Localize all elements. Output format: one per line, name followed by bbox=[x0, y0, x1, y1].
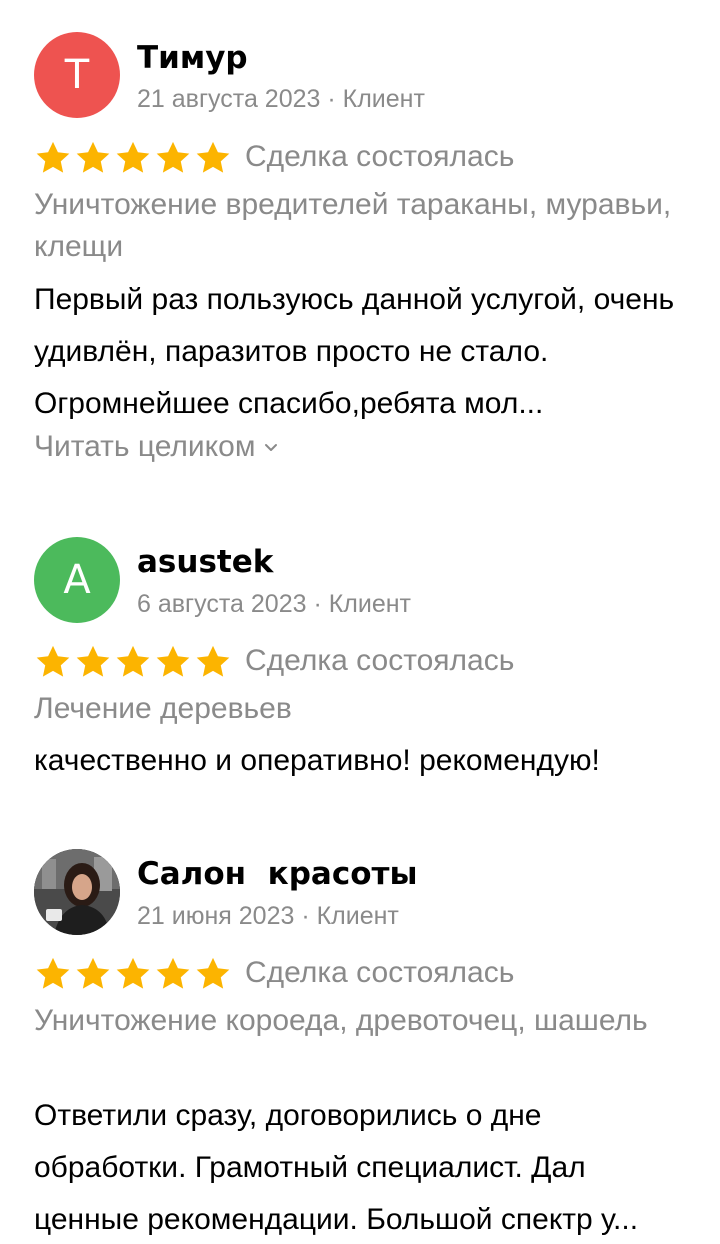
review-text: Ответили сразу, договорились о дне обраб… bbox=[34, 1099, 639, 1236]
deal-status: Сделка состоялась bbox=[245, 956, 515, 989]
avatar[interactable]: A bbox=[34, 537, 120, 623]
star-icon bbox=[116, 141, 150, 173]
star-icon bbox=[196, 645, 230, 677]
read-more-label: Читать целиком bbox=[34, 430, 256, 463]
star-icon bbox=[116, 645, 150, 677]
service-name: Лечение деревьев bbox=[34, 692, 292, 725]
rating-stars bbox=[34, 643, 232, 681]
star-icon bbox=[156, 141, 190, 173]
service-name: Уничтожение короеда, древоточец, шашель bbox=[34, 1004, 648, 1037]
deal-status: Сделка состоялась bbox=[245, 644, 515, 677]
star-icon bbox=[76, 957, 110, 989]
star-icon bbox=[36, 141, 70, 173]
star-icon bbox=[36, 645, 70, 677]
avatar-letter: Т bbox=[64, 52, 90, 98]
avatar[interactable]: Т bbox=[34, 32, 120, 118]
reviewer-name[interactable]: asustek bbox=[137, 544, 273, 580]
avatar-photo[interactable] bbox=[34, 849, 120, 935]
star-icon bbox=[116, 957, 150, 989]
person-photo bbox=[34, 849, 120, 935]
rating-stars bbox=[34, 139, 232, 177]
star-icon bbox=[156, 645, 190, 677]
service-name: Уничтожение вредителей тараканы, муравьи… bbox=[34, 188, 672, 263]
deal-status: Сделка состоялась bbox=[245, 140, 515, 173]
review-meta: 6 августа 2023 · Клиент bbox=[137, 590, 411, 618]
reviewer-name[interactable]: Салон красоты bbox=[137, 856, 418, 892]
chevron-down-icon bbox=[265, 444, 278, 451]
review-meta: 21 июня 2023 · Клиент bbox=[137, 902, 399, 930]
review-text: Первый раз пользуюсь данной услугой, оче… bbox=[34, 283, 675, 420]
rating-stars bbox=[34, 955, 232, 993]
star-icon bbox=[76, 645, 110, 677]
avatar-letter: A bbox=[63, 557, 91, 603]
star-icon bbox=[196, 957, 230, 989]
review-text: качественно и оперативно! рекомендую! bbox=[34, 744, 600, 777]
star-icon bbox=[156, 957, 190, 989]
star-icon bbox=[36, 957, 70, 989]
star-icon bbox=[76, 141, 110, 173]
read-more-link[interactable]: Читать целиком bbox=[34, 430, 279, 464]
reviewer-name[interactable]: Тимур bbox=[137, 40, 248, 76]
star-icon bbox=[196, 141, 230, 173]
review-meta: 21 августа 2023 · Клиент bbox=[137, 85, 425, 113]
